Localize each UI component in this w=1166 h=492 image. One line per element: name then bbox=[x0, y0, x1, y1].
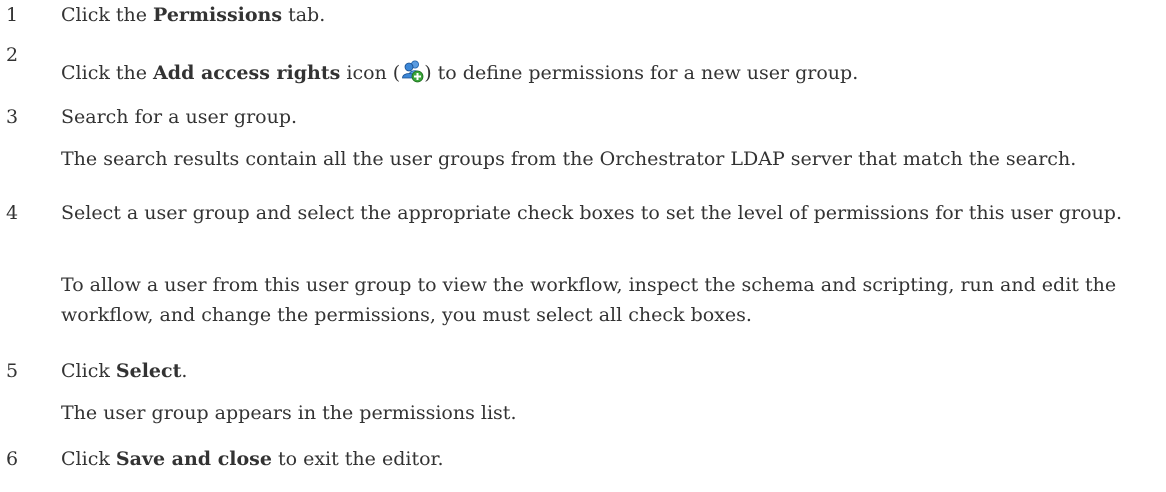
step-number: 4 bbox=[6, 202, 19, 224]
step-number: 2 bbox=[6, 44, 19, 66]
step-text-pre: Click the bbox=[61, 4, 154, 26]
step-bold-add-access-rights: Add access rights bbox=[153, 62, 341, 84]
step-text: Search for a user group. bbox=[61, 106, 298, 128]
step-text: Click Select. bbox=[61, 356, 1159, 386]
add-users-icon bbox=[400, 59, 424, 83]
step-text-post: tab. bbox=[282, 4, 326, 26]
step-text-post: . bbox=[181, 360, 188, 382]
step-number: 6 bbox=[6, 448, 19, 470]
step-bold-select: Select bbox=[115, 360, 182, 382]
step-note: The user group appears in the permission… bbox=[61, 402, 517, 424]
step-text-post: ) to define permissions for a new user g… bbox=[424, 62, 859, 84]
step-text: Click the Add access rights icon ( ) to … bbox=[61, 58, 1159, 88]
step-note: The search results contain all the user … bbox=[61, 148, 1077, 170]
step-number: 5 bbox=[6, 360, 19, 382]
step-note: To allow a user from this user group to … bbox=[61, 274, 1117, 326]
step-bold-save-and-close: Save and close bbox=[115, 448, 272, 470]
step-text-pre: Click bbox=[61, 360, 116, 382]
step-text: Select a user group and select the appro… bbox=[61, 202, 1123, 224]
step-text: Click Save and close to exit the editor. bbox=[61, 444, 1159, 474]
step-text-pre: Click the bbox=[61, 62, 154, 84]
step-text: Click the Permissions tab. bbox=[61, 0, 1159, 30]
step-text-post: to exit the editor. bbox=[271, 448, 444, 470]
step-number: 1 bbox=[6, 4, 19, 26]
step-bold-permissions: Permissions bbox=[153, 4, 283, 26]
step-text-mid: icon ( bbox=[340, 62, 401, 84]
step-text-pre: Click bbox=[61, 448, 116, 470]
step-number: 3 bbox=[6, 106, 19, 128]
